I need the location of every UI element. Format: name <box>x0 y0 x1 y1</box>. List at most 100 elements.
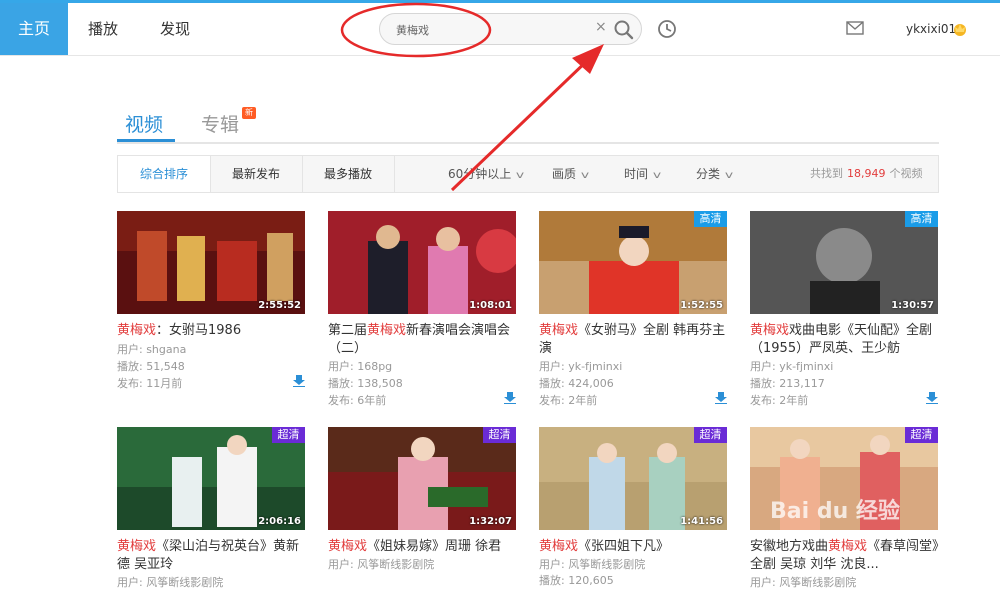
video-title[interactable]: 黄梅戏：女驸马1986 <box>117 322 307 340</box>
video-thumbnail[interactable]: 超清 1:41:56 <box>539 427 727 530</box>
video-thumbnail[interactable]: 高清 1:52:55 <box>539 211 727 314</box>
video-card[interactable]: 超清 1:32:07 黄梅戏《姐妹易嫁》周珊 徐君 用户: 风筝断线影剧院 <box>328 427 518 577</box>
duration-label: 1:08:01 <box>469 300 512 311</box>
video-user[interactable]: 用户: 168pg <box>328 359 392 375</box>
title-highlight: 黄梅戏 <box>328 539 368 554</box>
video-user[interactable]: 用户: 风筝断线影剧院 <box>328 557 434 573</box>
video-thumbnail[interactable]: 超清 1:32:07 <box>328 427 516 530</box>
chevron-down-icon: v <box>516 170 525 181</box>
username[interactable]: ykxixi01 <box>906 3 956 55</box>
filter-bar: 综合排序 最新发布 最多播放 60分钟以上 v 画质 v 时间 v 分类 v 共找到 18… <box>117 155 939 193</box>
search-input[interactable] <box>394 20 588 40</box>
duration-label: 1:30:57 <box>891 300 934 311</box>
duration-dropdown[interactable]: 60分钟以上 v <box>448 156 525 192</box>
nav-home-tab[interactable]: 主页 <box>0 3 68 55</box>
download-icon[interactable] <box>293 375 305 387</box>
top-nav: 主页 播放 发现 × ykxixi01 <box>0 3 1000 56</box>
title-highlight: 黄梅戏 <box>539 323 579 338</box>
duration-label: 2:55:52 <box>258 300 301 311</box>
result-tabs: 视频 专辑 <box>117 100 939 144</box>
video-thumbnail[interactable]: 高清 1:30:57 <box>750 211 938 314</box>
time-dropdown[interactable]: 时间 v <box>624 156 662 192</box>
title-text: 《张四姐下凡》 <box>578 539 670 554</box>
baidu-watermark: Bai du 经验 <box>770 499 900 524</box>
video-plays: 播放: 51,548 <box>117 360 185 373</box>
video-thumbnail[interactable]: 2:55:52 <box>117 211 305 314</box>
title-prefix: 安徽地方戏曲 <box>750 539 829 554</box>
duration-label: 2:06:16 <box>258 516 301 527</box>
sort-comprehensive-button[interactable]: 综合排序 <box>118 156 211 192</box>
video-date: 发布: 2年前 <box>750 394 809 407</box>
video-title[interactable]: 黄梅戏《张四姐下凡》 <box>539 538 729 556</box>
chd-badge: 超清 <box>272 427 305 443</box>
quality-dropdown[interactable]: 画质 v <box>552 156 590 192</box>
video-thumbnail[interactable]: 超清 Bai du 经验 <box>750 427 938 530</box>
tab-video[interactable]: 视频 <box>125 110 163 137</box>
video-thumbnail[interactable]: 1:08:01 <box>328 211 516 314</box>
sort-most-played-button[interactable]: 最多播放 <box>302 156 395 192</box>
title-highlight: 黄梅戏 <box>750 323 790 338</box>
chd-badge: 超清 <box>905 427 938 443</box>
chd-badge: 超清 <box>483 427 516 443</box>
count-value: 18,949 <box>847 167 886 180</box>
vip-crown-icon <box>954 24 966 36</box>
title-highlight: 黄梅戏 <box>117 539 157 554</box>
tab-album[interactable]: 专辑 <box>201 110 239 137</box>
video-card[interactable]: 高清 1:52:55 黄梅戏《女驸马》全剧 韩再芬主演 用户: yk-fjmin… <box>539 211 729 411</box>
video-thumbnail[interactable]: 超清 2:06:16 <box>117 427 305 530</box>
mail-icon[interactable] <box>846 21 864 35</box>
category-label: 分类 <box>696 167 721 181</box>
download-icon[interactable] <box>504 392 516 404</box>
video-user[interactable]: 用户: 风筝断线影剧院 <box>117 575 223 591</box>
video-title[interactable]: 黄梅戏《女驸马》全剧 韩再芬主演 <box>539 322 729 358</box>
video-user[interactable]: 用户: shgana <box>117 342 186 358</box>
download-icon[interactable] <box>926 392 938 404</box>
download-icon[interactable] <box>715 392 727 404</box>
video-title[interactable]: 黄梅戏《梁山泊与祝英台》黄新德 吴亚玲 <box>117 538 307 574</box>
search-box: × <box>379 13 642 45</box>
video-date: 发布: 2年前 <box>539 394 598 407</box>
title-text: ：女驸马1986 <box>156 323 242 338</box>
title-highlight: 黄梅戏 <box>117 323 157 338</box>
active-tab-underline <box>117 139 175 142</box>
video-card[interactable]: 超清 1:41:56 黄梅戏《张四姐下凡》 用户: 风筝断线影剧院 播放: 12… <box>539 427 729 587</box>
video-card[interactable]: 超清 Bai du 经验 安徽地方戏曲黄梅戏《春草闯堂》全剧 吴琼 刘华 沈良.… <box>750 427 940 589</box>
chevron-down-icon: v <box>580 170 590 181</box>
title-text: 《姐妹易嫁》周珊 徐君 <box>367 539 502 554</box>
duration-label: 60分钟以上 <box>448 167 512 181</box>
video-user[interactable]: 用户: 风筝断线影剧院 <box>539 557 645 573</box>
history-clock-icon[interactable] <box>656 18 678 40</box>
title-prefix: 第二届 <box>328 323 368 338</box>
thumbnail-image <box>117 211 305 314</box>
sort-newest-button[interactable]: 最新发布 <box>210 156 303 192</box>
video-card[interactable]: 2:55:52 黄梅戏：女驸马1986 用户: shgana 播放: 51,54… <box>117 211 307 411</box>
title-highlight: 黄梅戏 <box>367 323 407 338</box>
video-card[interactable]: 超清 2:06:16 黄梅戏《梁山泊与祝英台》黄新德 吴亚玲 用户: 风筝断线影… <box>117 427 307 589</box>
category-dropdown[interactable]: 分类 v <box>696 156 733 192</box>
video-title[interactable]: 黄梅戏戏曲电影《天仙配》全剧（1955）严凤英、王少舫 <box>750 322 940 358</box>
duration-label: 1:41:56 <box>680 516 723 527</box>
video-card[interactable]: 高清 1:30:57 黄梅戏戏曲电影《天仙配》全剧（1955）严凤英、王少舫 用… <box>750 211 940 411</box>
video-title[interactable]: 黄梅戏《姐妹易嫁》周珊 徐君 <box>328 538 518 556</box>
result-count: 共找到 18,949 个视频 <box>810 156 923 192</box>
nav-discover-tab[interactable]: 发现 <box>160 3 190 55</box>
video-plays: 播放: 138,508 <box>328 377 403 390</box>
duration-label: 1:52:55 <box>680 300 723 311</box>
count-suffix: 个视频 <box>889 167 923 180</box>
video-user[interactable]: 用户: yk-fjminxi <box>750 359 833 375</box>
search-icon[interactable] <box>612 18 636 42</box>
video-card[interactable]: 1:08:01 第二届黄梅戏新春演唱会演唱会（二） 用户: 168pg 播放: … <box>328 211 518 411</box>
title-highlight: 黄梅戏 <box>539 539 579 554</box>
video-title[interactable]: 安徽地方戏曲黄梅戏《春草闯堂》全剧 吴琼 刘华 沈良... <box>750 538 940 574</box>
video-date: 发布: 6年前 <box>328 394 387 407</box>
nav-play-tab[interactable]: 播放 <box>88 3 118 55</box>
title-highlight: 黄梅戏 <box>828 539 868 554</box>
chd-badge: 超清 <box>694 427 727 443</box>
thumbnail-image <box>328 211 516 314</box>
video-user[interactable]: 用户: 风筝断线影剧院 <box>750 575 856 591</box>
video-user[interactable]: 用户: yk-fjminxi <box>539 359 622 375</box>
time-label: 时间 <box>624 167 649 181</box>
clear-search-icon[interactable]: × <box>595 19 607 35</box>
chevron-down-icon: v <box>652 170 662 181</box>
video-title[interactable]: 第二届黄梅戏新春演唱会演唱会（二） <box>328 322 518 358</box>
